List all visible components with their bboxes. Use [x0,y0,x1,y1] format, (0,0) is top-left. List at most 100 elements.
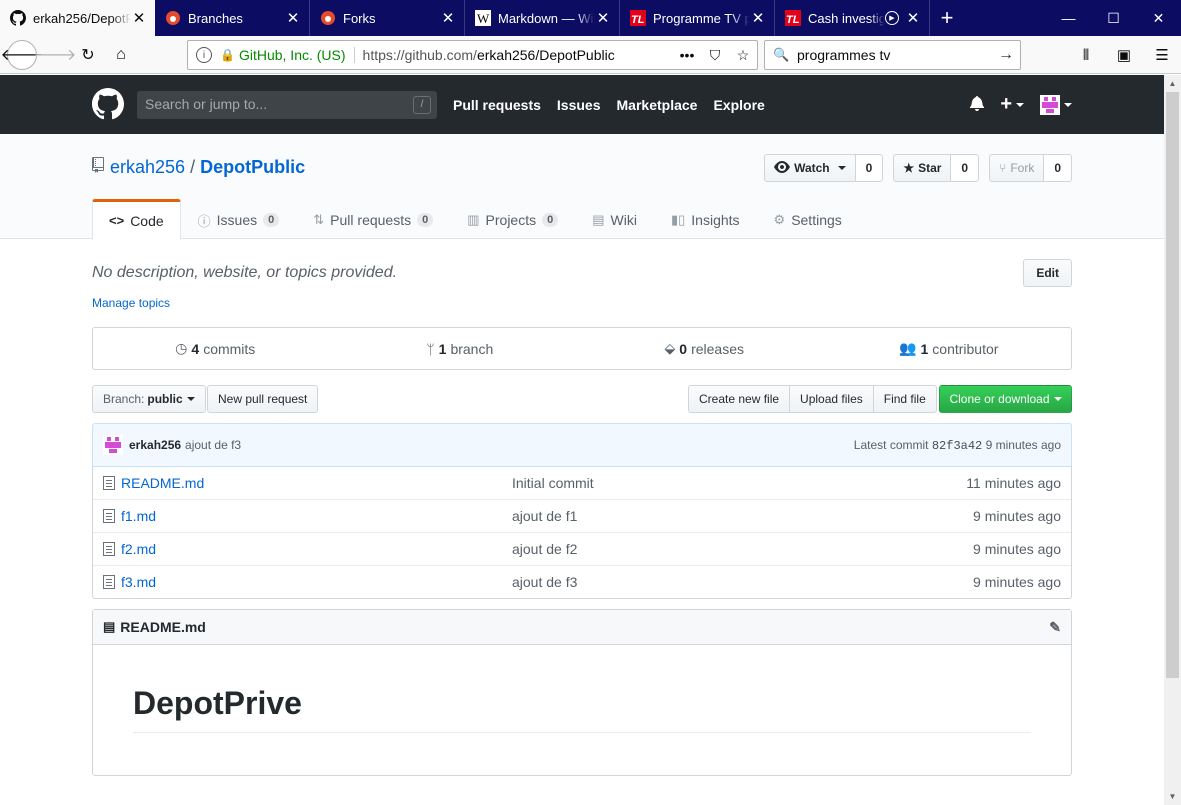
nav-pull-requests[interactable]: Pull requests [453,97,541,113]
file-name-link[interactable]: f3.md [121,574,512,590]
forward-button[interactable]: 🡒 [34,40,77,70]
pocket-icon[interactable]: ⛉ [701,47,729,64]
branch-select-button[interactable]: Branch: public [92,385,206,413]
file-age: 9 minutes ago [973,541,1061,557]
tab-wiki[interactable]: ▤ Wiki [575,199,654,239]
tab-settings[interactable]: ⚙ Settings [757,199,859,239]
file-commit-message[interactable]: ajout de f3 [512,574,973,590]
user-menu[interactable] [1040,94,1072,115]
browser-tab[interactable]: TL Cash investigation ▶ ✕ [775,0,930,36]
file-name-link[interactable]: f1.md [121,508,512,524]
site-identity[interactable]: GitHub, Inc. (US) [239,47,355,63]
reload-button[interactable]: ↻ [73,40,103,70]
minimize-icon[interactable]: — [1046,0,1091,36]
browser-tab[interactable]: erkah256/DepotPublic ✕ [0,0,155,36]
latest-commit-label: Latest commit [853,437,929,452]
info-icon[interactable]: i [196,47,212,63]
library-icon[interactable]: ⫴ [1067,47,1105,64]
counter: 0 [417,213,434,227]
close-icon[interactable]: ✕ [750,9,766,27]
close-icon[interactable]: ✕ [285,9,301,27]
tab-title: Branches [188,10,243,26]
fork-count[interactable]: 0 [1044,154,1072,182]
upload-files-button[interactable]: Upload files [789,385,874,413]
scroll-up-icon[interactable]: ▲ [1164,75,1181,92]
browser-tab[interactable]: TL Programme TV par ✕ [620,0,775,36]
play-icon[interactable]: ▶ [885,11,899,25]
new-tab-button[interactable]: + [930,0,964,36]
github-search-input[interactable]: Search or jump to... / [137,91,437,119]
star-count[interactable]: 0 [951,154,980,182]
pencil-icon[interactable]: ✎ [1049,619,1061,636]
file-commit-message[interactable]: Initial commit [512,475,966,491]
browser-tab[interactable]: Forks ✕ [310,0,465,36]
repo-header: erkah256 / DepotPublic Watch 0 ★ Star 0 ⑂… [0,134,1164,240]
branch-icon: ᛘ [426,340,435,357]
tab-title: erkah256/DepotPublic [33,10,131,26]
browser-tab[interactable]: W Markdown — Wikipédia ✕ [465,0,620,36]
find-file-button[interactable]: Find file [872,385,937,413]
search-bar[interactable]: 🔍 programmes tv → [764,40,1021,70]
url-text[interactable]: https://github.com/erkah256/DepotPublic [363,47,673,63]
back-button[interactable]: 🡐 [1,39,43,70]
manage-topics-link[interactable]: Manage topics [92,296,170,310]
file-commit-message[interactable]: ajout de f1 [512,508,973,524]
commit-author[interactable]: erkah256 [129,438,181,452]
branch-count: 1 [438,340,447,357]
commits-summary[interactable]: ◷ 4 commits [93,328,338,369]
close-icon[interactable]: ✕ [905,9,921,27]
more-icon[interactable]: ••• [673,47,701,63]
bell-icon[interactable] [970,95,985,114]
sidebar-icon[interactable]: ▣ [1105,46,1143,64]
close-window-icon[interactable]: ✕ [1136,0,1181,36]
github-logo-icon[interactable] [92,88,124,120]
avatar[interactable] [103,435,123,455]
svg-text:W: W [477,11,490,26]
file-name-link[interactable]: f2.md [121,541,512,557]
url-bar[interactable]: i 🔒 GitHub, Inc. (US) https://github.com… [187,40,758,70]
create-new-file-button[interactable]: Create new file [688,385,791,413]
watch-count[interactable]: 0 [855,154,884,182]
nav-marketplace[interactable]: Marketplace [617,97,698,113]
new-pull-request-button[interactable]: New pull request [207,385,319,413]
bookmark-star-icon[interactable]: ☆ [729,47,757,64]
repo-owner-link[interactable]: erkah256 [110,157,185,178]
add-new-button[interactable]: + [1000,93,1024,116]
tab-insights[interactable]: ▮▯ Insights [654,199,757,239]
edit-button[interactable]: Edit [1023,259,1072,287]
nav-issues[interactable]: Issues [557,97,601,113]
browser-tab[interactable]: Branches ✕ [155,0,310,36]
scrollbar-thumb[interactable] [1166,92,1179,678]
readme-header: ▤ README.md ✎ [93,610,1071,645]
releases-summary[interactable]: ⬙ 0 releases [582,328,827,369]
file-commit-message[interactable]: ajout de f2 [512,541,973,557]
fork-button[interactable]: ⑂ Fork [989,154,1045,182]
search-input[interactable]: programmes tv [797,47,992,63]
nav-explore[interactable]: Explore [713,97,764,113]
tab-projects[interactable]: ▥ Projects 0 [450,199,575,239]
file-name-link[interactable]: README.md [121,475,512,491]
star-button[interactable]: ★ Star [893,154,952,182]
menu-icon[interactable]: ☰ [1143,46,1181,64]
watch-button[interactable]: Watch [764,154,856,182]
clone-or-download-button[interactable]: Clone or download [939,385,1072,413]
search-go-icon[interactable]: → [992,46,1020,64]
commit-message[interactable]: ajout de f3 [185,438,241,452]
repo-title: erkah256 / DepotPublic [92,157,305,178]
search-placeholder: Search or jump to... [145,96,268,112]
close-icon[interactable]: ✕ [595,9,611,27]
repo-name-link[interactable]: DepotPublic [200,157,305,178]
page-scrollbar[interactable]: ▲ ▼ [1164,75,1181,805]
tab-label: Pull requests [330,212,412,228]
contributors-summary[interactable]: 👥 1 contributor [827,328,1072,369]
scroll-down-icon[interactable]: ▼ [1164,788,1181,805]
commit-sha[interactable]: 82f3a42 [932,439,982,453]
tab-issues[interactable]: ⓘ Issues 0 [181,199,297,239]
home-button[interactable]: ⌂ [106,40,136,70]
maximize-icon[interactable]: ☐ [1091,0,1136,36]
tab-code[interactable]: <> Code [92,199,181,240]
tab-pull-requests[interactable]: ⇅ Pull requests 0 [296,199,450,239]
close-icon[interactable]: ✕ [440,9,456,27]
branches-summary[interactable]: ᛘ 1 branch [338,328,583,369]
close-icon[interactable]: ✕ [131,9,147,27]
